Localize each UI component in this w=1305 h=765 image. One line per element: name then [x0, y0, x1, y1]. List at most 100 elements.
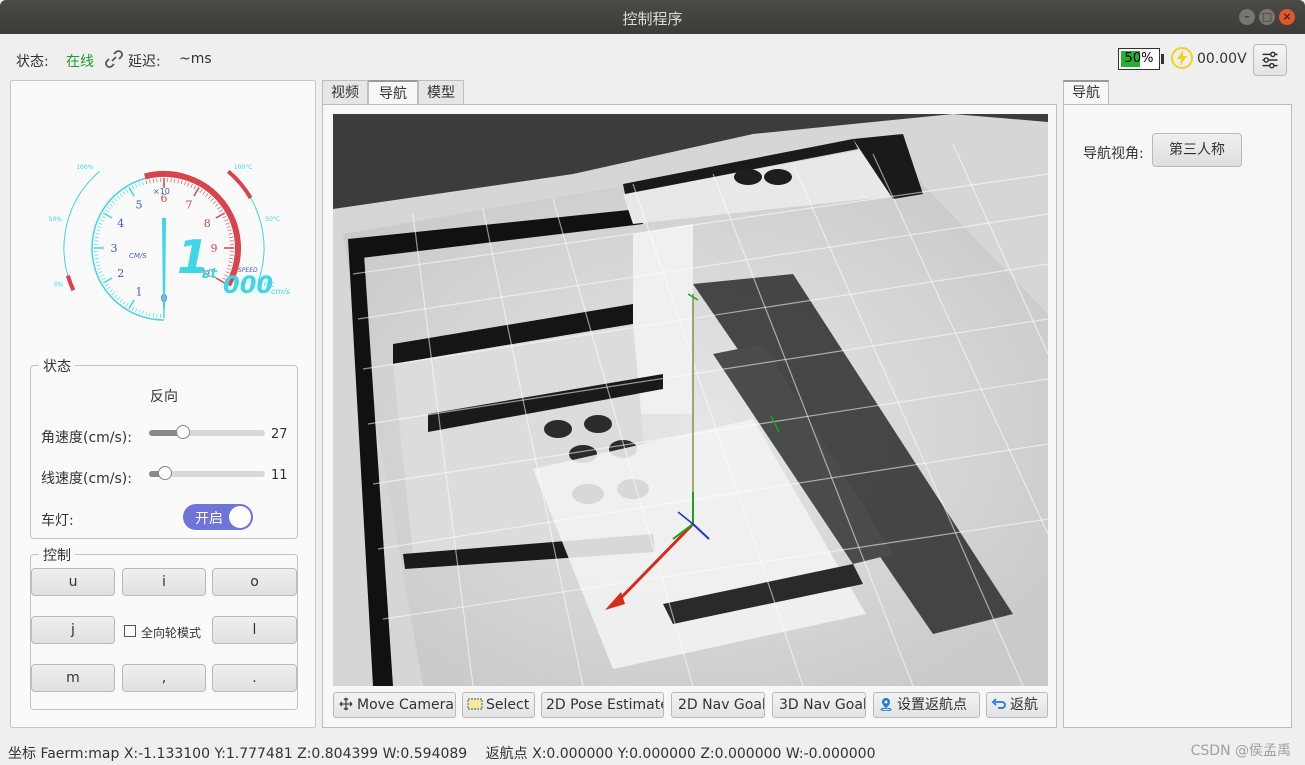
gauge-tick — [114, 198, 118, 202]
gauge-tick — [145, 180, 148, 185]
key-i-button[interactable]: i — [122, 568, 206, 596]
gauge-tick — [103, 212, 113, 219]
select-label: Select — [486, 697, 530, 713]
gauge-tick — [135, 183, 138, 188]
gauge-tick — [103, 277, 113, 284]
minimize-icon[interactable]: – — [1239, 9, 1255, 25]
battery-percent: 50% — [1124, 51, 1154, 66]
gauge-tick — [202, 191, 206, 195]
tab-nav-settings[interactable]: 导航 — [1063, 80, 1109, 105]
gauge-tick — [109, 289, 113, 293]
tab-navigation[interactable]: 导航 — [368, 80, 418, 106]
gauge-tick — [131, 185, 135, 190]
linear-speed-slider[interactable] — [149, 466, 265, 480]
light-toggle[interactable]: 开启 — [183, 504, 253, 530]
key-l-button[interactable]: l — [212, 616, 297, 644]
voltage-bolt-icon — [1171, 47, 1193, 69]
gauge-tick — [98, 271, 103, 274]
move-camera-icon — [339, 697, 353, 711]
settings-button[interactable] — [1253, 44, 1287, 76]
nav-goal-3d-button[interactable]: 3D Nav Goal — [772, 692, 866, 718]
key-comma-button[interactable]: , — [122, 664, 206, 692]
battery-indicator: 50% — [1118, 48, 1160, 70]
maximize-icon[interactable]: □ — [1259, 9, 1275, 25]
gauge-multiplier: ×10 — [153, 187, 170, 196]
gauge-tick — [190, 183, 193, 188]
gauge-unit-caption: CM/S — [129, 252, 147, 260]
gauge-tick — [212, 200, 217, 205]
linear-speed-value: 11 — [271, 468, 288, 483]
gauge-tick-label: 1 — [136, 285, 143, 298]
latency-label: 延迟: — [128, 54, 161, 70]
angular-speed-slider[interactable] — [149, 425, 265, 439]
gauge-tick-label: 8 — [204, 217, 211, 230]
pose-estimate-button[interactable]: 2D Pose Estimate — [541, 692, 664, 718]
gauge-tick — [98, 222, 103, 225]
gauge-tick — [94, 236, 99, 238]
gauge-tick — [131, 306, 135, 311]
gauge-tick — [149, 312, 151, 317]
window-title: 控制程序 — [622, 10, 683, 28]
gauge-tick — [99, 274, 104, 277]
light-label: 车灯: — [41, 513, 74, 529]
key-o-button[interactable]: o — [212, 568, 297, 596]
gauge-tick — [215, 212, 225, 219]
rviz-map-view[interactable] — [333, 114, 1048, 686]
map-render — [333, 114, 1048, 686]
close-icon[interactable]: × — [1279, 9, 1295, 25]
gauge-tick — [119, 193, 123, 197]
gauge-tick — [111, 291, 116, 296]
battery-tip — [1161, 54, 1164, 64]
gauge-tick — [96, 229, 101, 232]
gauge-tick-label: 7 — [186, 199, 193, 212]
control-group: 控制 u i o j 全向轮模式 l m , . — [30, 545, 298, 710]
return-point-coordinates: 返航点 X:0.000000 Y:0.000000 Z:0.000000 W:-… — [485, 746, 876, 762]
tab-video[interactable]: 视频 — [322, 80, 368, 105]
set-return-point-label: 设置返航点 — [897, 697, 967, 713]
gauge-tick — [109, 203, 113, 207]
gauge-tick — [152, 313, 154, 318]
gauge-tick — [193, 187, 200, 197]
gauge-tick — [228, 233, 233, 235]
gauge-tick — [152, 178, 154, 183]
linear-slider-handle[interactable] — [158, 466, 173, 480]
gauge-tick — [225, 222, 230, 225]
select-button[interactable]: Select — [462, 692, 535, 718]
gauge-tick — [142, 181, 144, 186]
key-j-button[interactable]: j — [31, 616, 115, 644]
current-coordinates: 坐标 Faerm:map X:-1.133100 Y:1.777481 Z:0.… — [8, 746, 468, 762]
key-period-button[interactable]: . — [212, 664, 297, 692]
select-icon — [467, 698, 483, 710]
gauge-tick — [101, 215, 106, 219]
gauge-tick — [219, 209, 223, 213]
gauge-tick-label: 9 — [211, 242, 218, 255]
gauge-left-arc-label: 0% — [54, 281, 64, 288]
gauge-tick — [180, 180, 183, 185]
gauge-tick — [105, 209, 109, 213]
set-return-point-button[interactable]: 设置返航点 — [873, 692, 980, 718]
left-control-panel: 0123456789100%50%100%100°C50°C0°C 1 st S… — [10, 80, 316, 728]
gauge-left-red — [65, 274, 76, 292]
gauge-tick — [215, 203, 219, 207]
gauge-tick — [227, 264, 232, 267]
pose-estimate-label: 2D Pose Estimate — [546, 697, 664, 713]
third-person-view-button[interactable]: 第三人称 — [1152, 133, 1242, 167]
tab-model[interactable]: 模型 — [418, 80, 464, 105]
gauge-tick — [125, 303, 129, 307]
angular-speed-label: 角速度(cm/s): — [41, 430, 132, 446]
angular-slider-handle[interactable] — [175, 425, 190, 439]
key-m-button[interactable]: m — [31, 664, 115, 692]
gauge-tick — [226, 268, 231, 270]
return-arrow-icon — [991, 698, 1006, 709]
return-button[interactable]: 返航 — [986, 692, 1048, 718]
gauge-tick — [138, 182, 141, 187]
omni-wheel-checkbox[interactable] — [124, 625, 136, 637]
nav-view-label: 导航视角: — [1083, 146, 1144, 162]
move-camera-button[interactable]: Move Camera — [333, 692, 456, 718]
key-u-button[interactable]: u — [31, 568, 115, 596]
gauge-tick — [95, 233, 100, 235]
gauge-tick — [101, 277, 106, 281]
nav-goal-2d-button[interactable]: 2D Nav Goal — [671, 692, 765, 718]
gauge-tick — [97, 268, 102, 270]
sliders-icon — [1262, 51, 1278, 69]
